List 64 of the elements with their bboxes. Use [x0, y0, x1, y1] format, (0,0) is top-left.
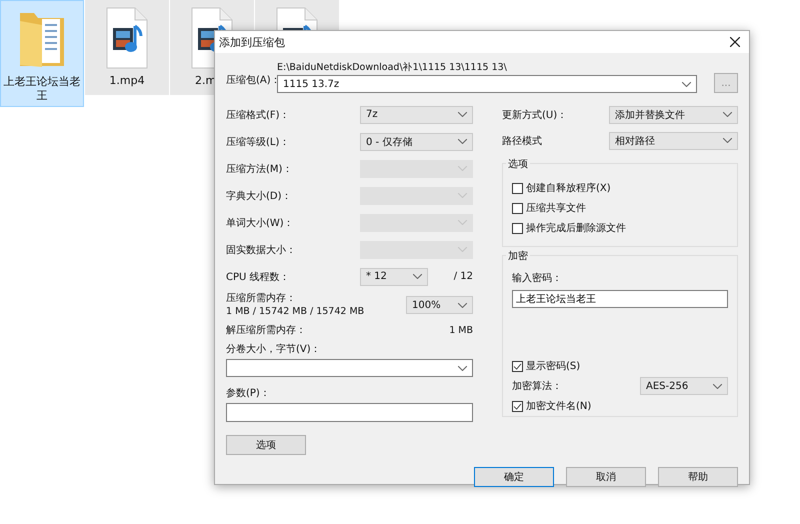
group-title: 加密	[506, 249, 530, 263]
group-title: 选项	[506, 157, 530, 171]
close-icon[interactable]	[730, 37, 740, 47]
checkbox[interactable]	[512, 360, 523, 372]
chevron-icon	[458, 139, 467, 144]
chevron-icon	[458, 112, 467, 117]
password-field[interactable]: 上老王论坛当老王	[512, 290, 728, 308]
dialog-button[interactable]: 帮助	[658, 467, 738, 487]
field-label: 更新方式(U)：	[502, 108, 568, 122]
field-label: 压缩所需内存：	[226, 292, 297, 305]
field-label: 分卷大小，字节(V)：	[226, 343, 322, 357]
checkbox[interactable]	[512, 202, 523, 214]
file-item[interactable]: 1.mp4	[85, 0, 169, 95]
field-label: CPU 线程数：	[226, 270, 290, 284]
dropdown[interactable]: 100%	[406, 296, 473, 314]
field-label: 压缩等级(L)：	[226, 136, 290, 148]
archive-name-combo[interactable]: 1115 13.7z	[277, 75, 697, 93]
field-label: 字典大小(D)：	[226, 190, 292, 202]
field-label: 加密算法：	[512, 380, 562, 393]
field-label: 压缩方法(M)：	[226, 162, 292, 176]
field-label: 固实数据大小：	[226, 244, 296, 256]
chevron-icon	[458, 366, 467, 370]
chevron-icon	[682, 82, 691, 86]
file-name: 1.mp4	[108, 74, 146, 88]
checkbox[interactable]	[512, 400, 523, 412]
chevron-icon	[413, 274, 422, 279]
file-name: 上老王论坛当老王	[2, 75, 82, 103]
checkbox-label: 显示密码(S)	[526, 360, 580, 373]
chevron-icon	[723, 112, 732, 117]
checkbox-label: 操作完成后删除源文件	[526, 222, 626, 235]
dropdown[interactable]: 添加并替换文件	[609, 106, 738, 124]
checkbox-label: 加密文件名(N)	[526, 400, 592, 413]
field-label: 参数(P)：	[226, 387, 271, 401]
field-label: 输入密码：	[512, 272, 563, 286]
dropdown[interactable]: 7z	[360, 106, 473, 124]
thread-total: / 12	[454, 271, 473, 282]
archive-path: E:\BaiduNetdiskDownload\补1\1115 13\1115 13\	[277, 61, 508, 75]
field-label: 解压缩所需内存：	[226, 324, 306, 337]
dropdown[interactable]: 相对路径	[609, 132, 738, 150]
checkbox-label: 压缩共享文件	[526, 202, 586, 215]
checkbox-label: 创建自释放程序(X)	[526, 182, 611, 195]
checkbox[interactable]	[512, 222, 523, 234]
field-label: 压缩格式(F)：	[226, 108, 290, 122]
chevron-icon	[723, 138, 732, 143]
memory-value: 1 MB	[449, 324, 473, 336]
file-item[interactable]: 上老王论坛当老王	[0, 0, 84, 107]
field-label: 单词大小(W)：	[226, 216, 294, 230]
chevron-icon	[458, 166, 467, 171]
dialog-button[interactable]: 取消	[566, 467, 646, 487]
dropdown[interactable]: 0 - 仅存储	[360, 132, 473, 150]
chevron-icon	[458, 193, 467, 198]
input-field[interactable]	[226, 403, 473, 422]
chevron-icon	[458, 220, 467, 225]
dialog-button[interactable]: 确定	[474, 467, 554, 487]
volume-size-combo[interactable]	[226, 359, 473, 377]
chevron-icon	[713, 384, 722, 388]
dropdown[interactable]: AES-256	[640, 377, 728, 395]
memory-value: 1 MB / 15742 MB / 15742 MB	[226, 305, 364, 318]
chevron-icon	[458, 247, 467, 252]
dropdown[interactable]: * 12	[360, 268, 428, 286]
options-button[interactable]: 选项	[226, 435, 306, 455]
field-label: 路径模式	[502, 134, 542, 148]
checkbox[interactable]	[512, 182, 523, 194]
chevron-icon	[458, 302, 467, 308]
